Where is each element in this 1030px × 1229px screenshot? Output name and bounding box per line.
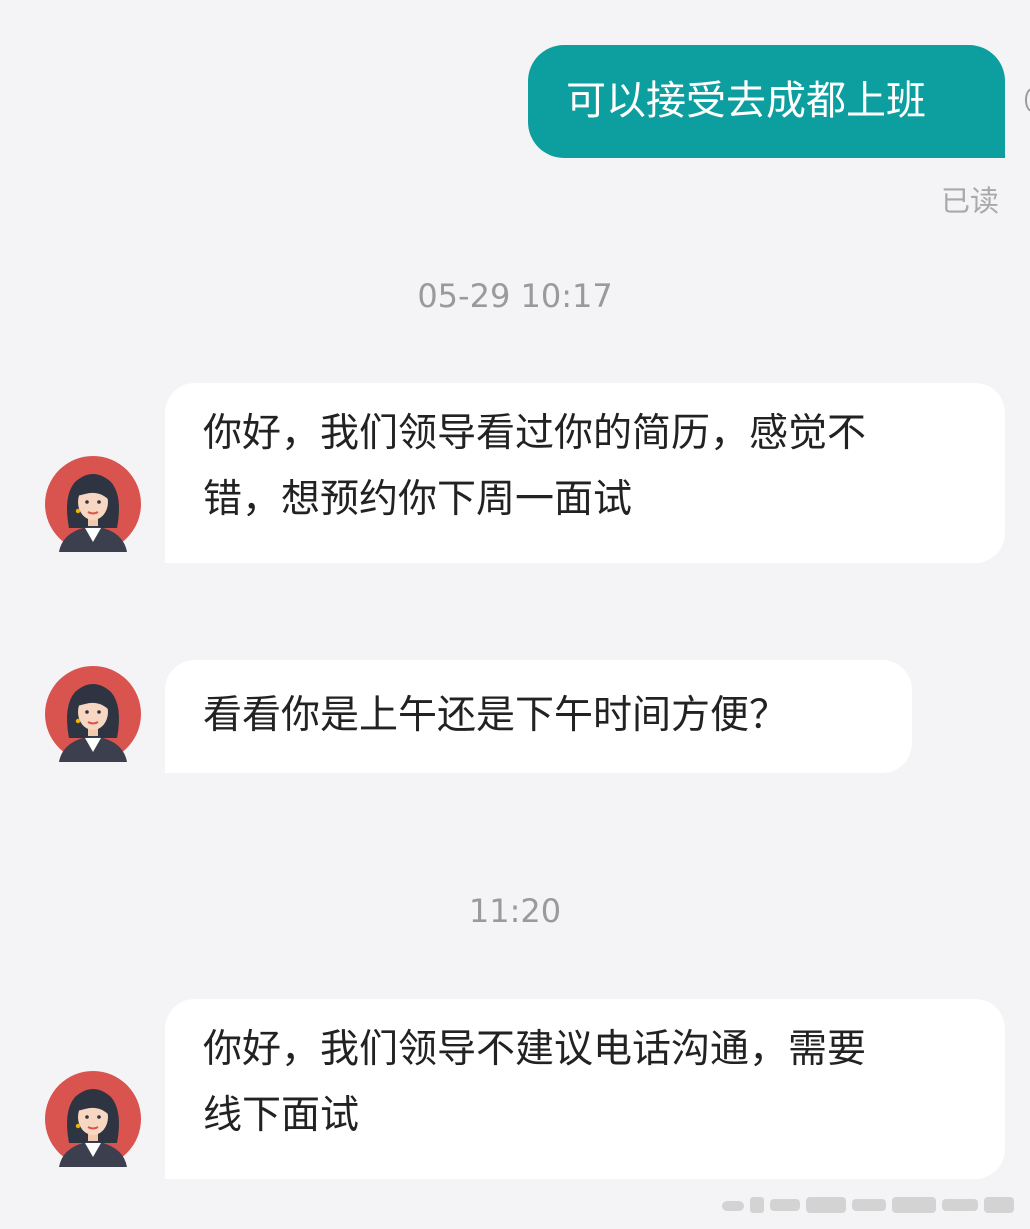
- incoming-message-text: 看看你是上午还是下午时间方便？: [203, 693, 789, 738]
- incoming-message-line: 线下面试: [203, 1093, 360, 1138]
- message-timestamp: 05-29 10:17: [417, 277, 613, 315]
- recruiter-avatar-icon[interactable]: [45, 456, 141, 552]
- watermark: [722, 1193, 1020, 1217]
- outgoing-message-text: 可以接受去成都上班: [566, 78, 926, 124]
- incoming-message-bubble[interactable]: 你好，我们领导不建议电话沟通，需要 线下面试: [165, 999, 1005, 1179]
- recruiter-avatar-icon[interactable]: [45, 1071, 141, 1167]
- outgoing-message-bubble[interactable]: 可以接受去成都上班: [528, 45, 1005, 158]
- message-timestamp: 11:20: [468, 892, 562, 930]
- partial-avatar-edge: [1025, 88, 1030, 112]
- incoming-message-line: 你好，我们领导不建议电话沟通，需要: [203, 1027, 867, 1072]
- incoming-message-bubble[interactable]: 你好，我们领导看过你的简历，感觉不 错，想预约你下周一面试: [165, 383, 1005, 563]
- recruiter-avatar-icon[interactable]: [45, 666, 141, 762]
- incoming-message-line: 错，想预约你下周一面试: [203, 477, 633, 522]
- incoming-message-bubble[interactable]: 看看你是上午还是下午时间方便？: [165, 660, 912, 773]
- read-status: 已读: [940, 184, 999, 218]
- incoming-message-line: 你好，我们领导看过你的简历，感觉不: [203, 411, 867, 456]
